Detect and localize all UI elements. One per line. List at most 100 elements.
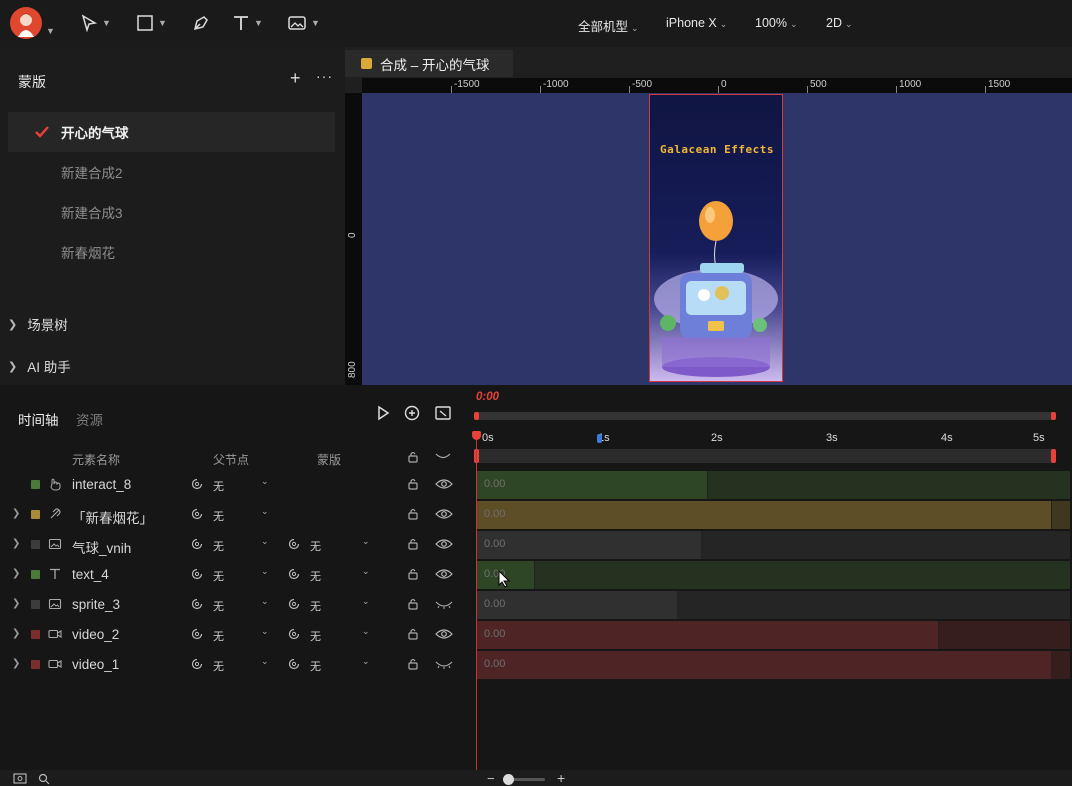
timeline-row[interactable]: ❯ 「新春烟花」 无 ⌄ — [0, 500, 470, 530]
eye-closed-icon[interactable] — [435, 598, 453, 613]
playhead-handle[interactable] — [472, 431, 481, 440]
parent-dropdown-caret[interactable]: ⌄ — [261, 536, 269, 547]
composition-item-active[interactable]: 开心的气球 — [8, 112, 335, 152]
expand-chevron-icon[interactable]: ❯ — [12, 538, 20, 549]
rectangle-tool[interactable]: ▼ — [136, 10, 167, 36]
zoom-dropdown[interactable]: 100% ⌄ — [755, 16, 798, 30]
expand-chevron-icon[interactable]: ❯ — [12, 628, 20, 639]
parent-link-icon[interactable] — [191, 478, 203, 493]
parent-dropdown-caret[interactable]: ⌄ — [261, 506, 269, 517]
timeline-scrollbar[interactable] — [474, 412, 1056, 420]
timeline-row[interactable]: ❯ video_2 无 ⌄ 无 ⌄ — [0, 620, 470, 650]
mask-link-icon[interactable] — [288, 628, 300, 643]
element-name[interactable]: sprite_3 — [72, 597, 120, 612]
mask-dropdown-caret[interactable]: ⌄ — [362, 656, 370, 667]
app-logo[interactable] — [10, 7, 42, 39]
play-icon[interactable] — [375, 405, 391, 421]
work-area-bar[interactable] — [474, 449, 1056, 463]
lock-icon[interactable] — [407, 657, 419, 673]
zoom-slider-thumb[interactable] — [503, 774, 514, 785]
parent-link-icon[interactable] — [191, 628, 203, 643]
timeline-clip[interactable]: 0.00 — [476, 591, 678, 619]
expand-chevron-icon[interactable]: ❯ — [12, 658, 20, 669]
timeline-row[interactable]: ❯ sprite_3 无 ⌄ 无 ⌄ — [0, 590, 470, 620]
expand-chevron-icon[interactable]: ❯ — [12, 508, 20, 519]
mask-link-icon[interactable] — [288, 568, 300, 583]
eye-closed-all-icon[interactable] — [435, 452, 451, 460]
text-tool[interactable]: ▼ — [232, 10, 263, 36]
parent-dropdown-caret[interactable]: ⌄ — [261, 626, 269, 637]
eye-closed-icon[interactable] — [435, 658, 453, 673]
tab-assets[interactable]: 资源 — [76, 409, 103, 429]
fit-view-icon[interactable] — [434, 405, 452, 421]
composition-item[interactable]: 新建合成3 — [8, 192, 335, 232]
timeline-clip[interactable]: 0.00 — [476, 471, 708, 499]
eye-icon[interactable] — [435, 508, 453, 523]
mask-link-icon[interactable] — [288, 658, 300, 673]
zoom-out-button[interactable]: − — [487, 771, 495, 786]
expand-chevron-icon[interactable]: ❯ — [12, 598, 20, 609]
eye-icon[interactable] — [435, 568, 453, 583]
element-name[interactable]: 气球_vnih — [72, 537, 131, 557]
parent-link-icon[interactable] — [191, 598, 203, 613]
element-name[interactable]: text_4 — [72, 567, 109, 582]
parent-link-icon[interactable] — [191, 538, 203, 553]
scene-tree-section[interactable]: ❯ 场景树 — [8, 314, 68, 334]
lock-icon[interactable] — [407, 627, 419, 643]
lock-icon[interactable] — [407, 567, 419, 583]
search-icon[interactable] — [38, 773, 50, 785]
timeline-clip[interactable]: 0.00 — [476, 651, 1052, 679]
view-mode-dropdown[interactable]: 2D ⌄ — [826, 16, 853, 30]
timeline-clip[interactable]: 0.00 — [476, 531, 702, 559]
lock-all-icon[interactable] — [407, 450, 419, 463]
logo-menu-caret[interactable]: ▼ — [46, 18, 55, 44]
timeline-clip[interactable]: 0.00 — [476, 621, 939, 649]
element-name[interactable]: video_2 — [72, 627, 119, 642]
screenshot-icon[interactable] — [13, 773, 27, 784]
lock-icon[interactable] — [407, 597, 419, 613]
parent-dropdown-caret[interactable]: ⌄ — [261, 656, 269, 667]
composition-tab[interactable]: 合成 – 开心的气球 — [345, 50, 513, 77]
mask-dropdown-caret[interactable]: ⌄ — [362, 626, 370, 637]
eye-icon[interactable] — [435, 538, 453, 553]
mask-dropdown-caret[interactable]: ⌄ — [362, 596, 370, 607]
eye-icon[interactable] — [435, 478, 453, 493]
parent-dropdown-caret[interactable]: ⌄ — [261, 596, 269, 607]
select-tool[interactable]: ▼ — [80, 10, 111, 36]
parent-dropdown-caret[interactable]: ⌄ — [261, 476, 269, 487]
element-name[interactable]: video_1 — [72, 657, 119, 672]
lock-icon[interactable] — [407, 537, 419, 553]
add-composition-button[interactable]: + — [290, 69, 301, 87]
device-dropdown[interactable]: iPhone X ⌄ — [666, 16, 727, 30]
timeline-clip[interactable]: 0.00 — [476, 501, 1052, 529]
timeline-row[interactable]: interact_8 无 ⌄ — [0, 470, 470, 500]
pen-tool[interactable] — [192, 10, 210, 36]
add-element-icon[interactable] — [404, 405, 420, 421]
timeline-row[interactable]: ❯ text_4 无 ⌄ 无 ⌄ — [0, 560, 470, 590]
mask-link-icon[interactable] — [288, 598, 300, 613]
zoom-in-button[interactable]: + — [557, 770, 565, 786]
mask-dropdown-caret[interactable]: ⌄ — [362, 566, 370, 577]
parent-link-icon[interactable] — [191, 568, 203, 583]
mask-dropdown-caret[interactable]: ⌄ — [362, 536, 370, 547]
composition-item[interactable]: 新建合成2 — [8, 152, 335, 192]
eye-icon[interactable] — [435, 628, 453, 643]
parent-link-icon[interactable] — [191, 508, 203, 523]
timeline-row[interactable]: ❯ 气球_vnih 无 ⌄ 无 ⌄ — [0, 530, 470, 560]
keyframe-marker[interactable] — [597, 434, 602, 443]
composition-item[interactable]: 新春烟花 — [8, 232, 335, 272]
ai-assistant-section[interactable]: ❯ AI 助手 — [8, 356, 71, 376]
phone-preview-frame[interactable]: Galacean Effects — [649, 94, 783, 382]
mask-link-icon[interactable] — [288, 538, 300, 553]
tab-timeline[interactable]: 时间轴 — [18, 409, 59, 429]
expand-chevron-icon[interactable]: ❯ — [12, 568, 20, 579]
lock-icon[interactable] — [407, 477, 419, 493]
element-name[interactable]: interact_8 — [72, 477, 131, 492]
timeline-row[interactable]: ❯ video_1 无 ⌄ 无 ⌄ — [0, 650, 470, 680]
parent-dropdown-caret[interactable]: ⌄ — [261, 566, 269, 577]
element-name[interactable]: 「新春烟花」 — [72, 507, 153, 527]
image-tool[interactable]: ▼ — [287, 10, 320, 36]
lock-icon[interactable] — [407, 507, 419, 523]
parent-link-icon[interactable] — [191, 658, 203, 673]
device-filter-dropdown[interactable]: 全部机型 ⌄ — [578, 16, 639, 35]
